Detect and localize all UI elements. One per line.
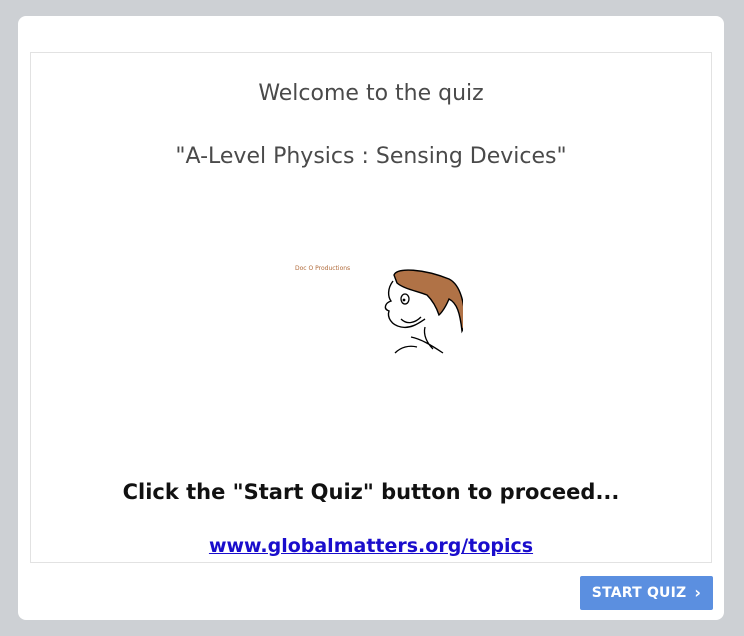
quiz-title: "A-Level Physics : Sensing Devices"	[175, 144, 567, 169]
eye-shape	[400, 293, 410, 305]
start-quiz-button[interactable]: START QUIZ ›	[580, 576, 713, 610]
start-instruction: Click the "Start Quiz" button to proceed…	[122, 480, 620, 504]
pupil-shape	[402, 298, 406, 302]
quiz-card: Welcome to the quiz "A-Level Physics : S…	[18, 16, 724, 620]
quiz-intro-panel: Welcome to the quiz "A-Level Physics : S…	[30, 52, 712, 563]
chevron-right-icon: ›	[694, 582, 702, 602]
start-quiz-label: START QUIZ	[591, 585, 687, 601]
doc-o-productions-logo: Doc O Productions	[295, 265, 463, 354]
smile-shape	[400, 316, 422, 324]
topics-link-wrapper: www.globalmatters.org/topics	[31, 535, 711, 557]
topics-link[interactable]: www.globalmatters.org/topics	[209, 535, 533, 557]
neck-shape	[394, 326, 444, 354]
logo-caption: Doc O Productions	[295, 265, 350, 272]
welcome-heading: Welcome to the quiz	[258, 81, 484, 106]
